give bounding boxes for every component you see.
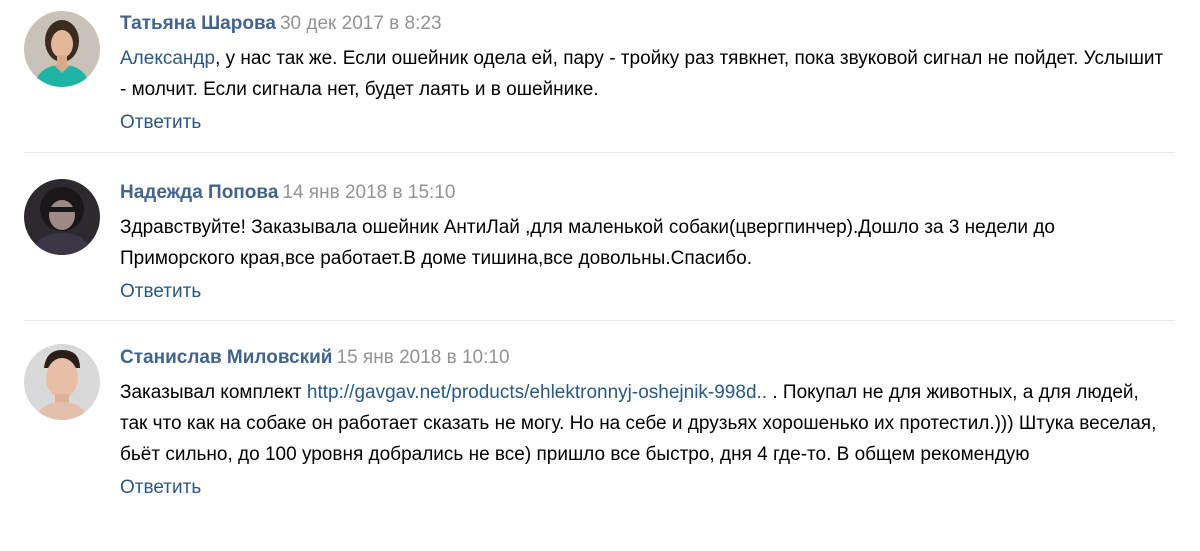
- comment-body: Надежда Попова 14 янв 2018 в 15:10 Здравс…: [120, 181, 1175, 304]
- comment-item: Станислав Миловский 15 янв 2018 в 10:10 З…: [24, 321, 1175, 543]
- woman-portrait-avatar-icon: [24, 11, 100, 87]
- avatar[interactable]: [24, 179, 100, 255]
- comment-text-before: Заказывал комплект: [120, 382, 307, 403]
- comment-date[interactable]: 15 янв 2018 в 10:10: [337, 347, 510, 368]
- comment-item: Татьяна Шарова 30 дек 2017 в 8:23 Алексан…: [24, 0, 1175, 153]
- comment-text-content: , у нас так же. Если ошейник одела ей, п…: [120, 48, 1164, 100]
- comment-body: Станислав Миловский 15 янв 2018 в 10:10 З…: [120, 346, 1175, 500]
- comment-text: Заказывал комплект http://gavgav.net/pro…: [120, 377, 1170, 470]
- comment-header: Надежда Попова 14 янв 2018 в 15:10: [120, 181, 1175, 205]
- comment-text: Здравствуйте! Заказывала ошейник АнтиЛай…: [120, 217, 1055, 269]
- avatar[interactable]: [24, 11, 100, 87]
- reply-button[interactable]: Ответить: [120, 476, 201, 500]
- comment-item: Надежда Попова 14 янв 2018 в 15:10 Здравс…: [24, 153, 1175, 321]
- author-name[interactable]: Надежда Попова: [120, 182, 278, 203]
- comment-header: Станислав Миловский 15 янв 2018 в 10:10: [120, 346, 1175, 370]
- author-name[interactable]: Татьяна Шарова: [120, 13, 276, 34]
- author-name[interactable]: Станислав Миловский: [120, 347, 333, 368]
- comments-list: Татьяна Шарова 30 дек 2017 в 8:23 Алексан…: [0, 0, 1200, 543]
- mention-link[interactable]: Александр: [120, 48, 215, 69]
- avatar[interactable]: [24, 344, 100, 420]
- comment-text: Александр, у нас так же. Если ошейник од…: [120, 43, 1170, 105]
- product-link[interactable]: http://gavgav.net/products/ehlektronnyj-…: [307, 382, 767, 403]
- woman-dark-portrait-avatar-icon: [24, 179, 100, 255]
- reply-button[interactable]: Ответить: [120, 280, 201, 304]
- comment-date[interactable]: 30 дек 2017 в 8:23: [280, 13, 442, 34]
- comment-date[interactable]: 14 янв 2018 в 15:10: [282, 182, 455, 203]
- man-portrait-avatar-icon: [24, 344, 100, 420]
- reply-button[interactable]: Ответить: [120, 111, 201, 135]
- comment-header: Татьяна Шарова 30 дек 2017 в 8:23: [120, 12, 1175, 36]
- comment-body: Татьяна Шарова 30 дек 2017 в 8:23 Алексан…: [120, 12, 1175, 135]
